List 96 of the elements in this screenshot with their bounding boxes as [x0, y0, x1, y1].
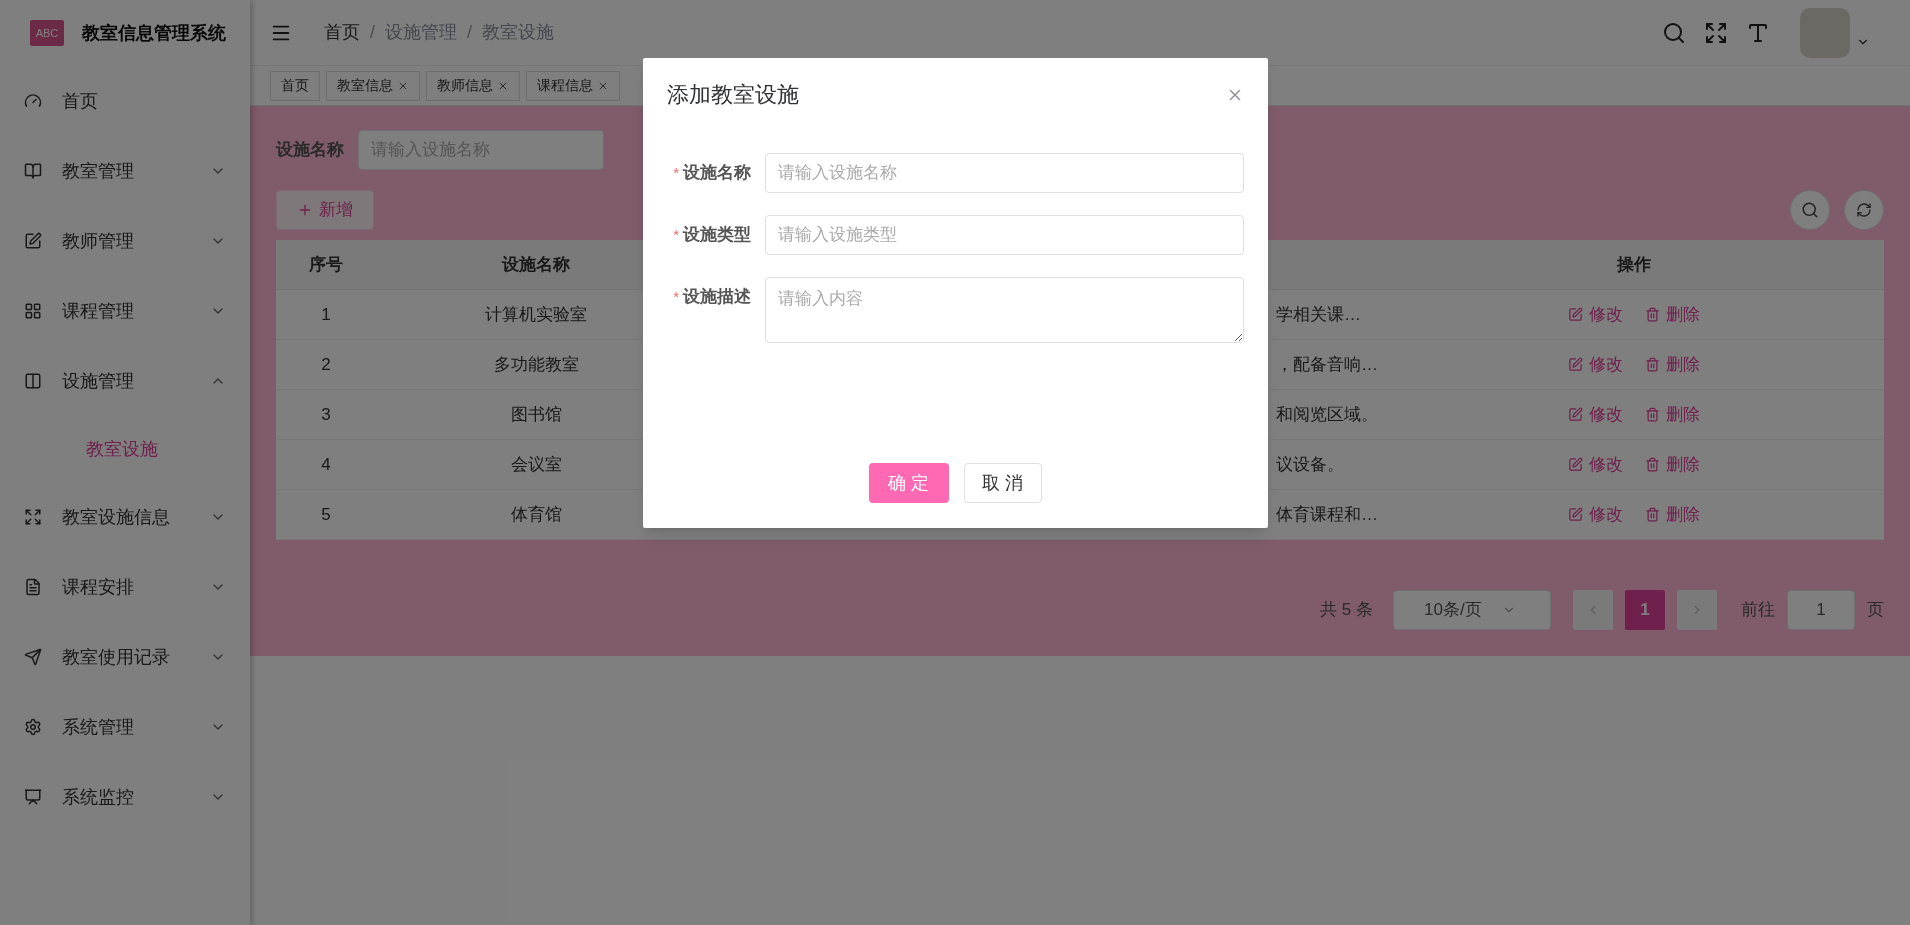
trash-icon: [1645, 307, 1660, 322]
add-button[interactable]: 新增: [276, 190, 374, 230]
required-mark: *: [673, 162, 679, 183]
total-count: 共 5 条: [1320, 599, 1373, 622]
edit-icon: [1568, 457, 1583, 472]
edit-icon: [1568, 407, 1583, 422]
table-cell-text: 2: [320, 353, 332, 376]
table-cell-text: 4: [320, 453, 332, 476]
table-cell-text: 和阅览区域。: [1275, 403, 1379, 426]
search-label: 设施名称: [276, 139, 344, 162]
dashboard-icon: [24, 92, 42, 110]
description-field[interactable]: 请输入内容: [765, 277, 1244, 343]
trash-icon: [1645, 407, 1660, 422]
field-label: 设施类型: [683, 224, 751, 247]
logo-icon: ABC: [30, 20, 64, 46]
breadcrumb-item[interactable]: 首页: [324, 19, 360, 46]
page-size-select[interactable]: 10条/页: [1393, 590, 1551, 630]
table-cell-text: 计算机实验室: [484, 303, 588, 326]
table-cell-text: 1: [320, 303, 332, 326]
delete-link[interactable]: 删除: [1645, 351, 1700, 378]
breadcrumb-item: 教室设施: [482, 21, 555, 44]
table-cell-text: 会议室: [509, 453, 563, 476]
table-cell-text: 3: [320, 403, 332, 426]
input-field[interactable]: 请输入设施类型: [765, 215, 1244, 255]
edit-link[interactable]: 修改: [1568, 401, 1623, 428]
delete-link[interactable]: 删除: [1645, 301, 1700, 328]
edit-link[interactable]: 修改: [1568, 501, 1623, 528]
breadcrumb-item[interactable]: 设施管理: [385, 19, 457, 46]
table-cell-text: 体育课程和…: [1275, 503, 1379, 526]
sidebar-item[interactable]: 系统管理: [0, 692, 250, 762]
search-icon[interactable]: [1662, 20, 1686, 45]
column-header: 序号: [308, 253, 344, 276]
paper-plane-icon: [24, 648, 42, 666]
table-cell-text: 图书馆: [509, 403, 563, 426]
expand-icon: [24, 508, 42, 526]
fullscreen-icon[interactable]: [1704, 20, 1728, 45]
refresh-button[interactable]: [1844, 190, 1884, 230]
goto-field[interactable]: 1: [1787, 590, 1855, 630]
goto-label: 前往: [1741, 599, 1775, 622]
book-icon: [24, 162, 42, 180]
sidebar-item[interactable]: 教室管理: [0, 136, 250, 206]
search-icon: [1801, 201, 1819, 219]
confirm-button[interactable]: 确 定: [869, 463, 949, 503]
page-tab[interactable]: 教室信息: [326, 70, 420, 101]
refresh-icon: [1856, 202, 1872, 218]
sidebar-item[interactable]: 教室设施信息: [0, 482, 250, 552]
edit-link[interactable]: 修改: [1568, 351, 1623, 378]
breadcrumb-separator: /: [370, 21, 375, 44]
search-button[interactable]: [1790, 190, 1830, 230]
field-label: 设施名称: [683, 162, 751, 185]
edit-icon: [1568, 307, 1583, 322]
sidebar-item[interactable]: 设施管理: [0, 346, 250, 416]
dialog-title: 添加教室设施: [667, 81, 799, 109]
column-header: 设施名称: [500, 253, 571, 276]
required-mark: *: [673, 286, 679, 307]
page-tab[interactable]: 首页: [270, 70, 320, 101]
column-header: 操作: [1615, 253, 1652, 276]
table-cell-text: 5: [320, 503, 332, 526]
sidebar-subitem[interactable]: 教室设施: [0, 416, 250, 482]
columns-icon: [24, 372, 42, 390]
edit-icon: [1568, 507, 1583, 522]
delete-link[interactable]: 删除: [1645, 401, 1700, 428]
gear-icon: [24, 718, 42, 736]
page-tab[interactable]: 教师信息: [426, 70, 520, 101]
sidebar-item[interactable]: 课程管理: [0, 276, 250, 346]
trash-icon: [1645, 507, 1660, 522]
trash-icon: [1645, 457, 1660, 472]
required-mark: *: [673, 224, 679, 245]
edit-link[interactable]: 修改: [1568, 451, 1623, 478]
delete-link[interactable]: 删除: [1645, 501, 1700, 528]
page-tab[interactable]: 课程信息: [526, 70, 620, 101]
page-button[interactable]: 1: [1625, 590, 1665, 630]
cancel-button[interactable]: 取 消: [964, 463, 1042, 503]
app-title: 教室信息管理系统: [82, 21, 226, 45]
input-field[interactable]: 请输入设施名称: [765, 153, 1244, 193]
edit-icon: [24, 232, 42, 250]
breadcrumb-separator: /: [467, 21, 473, 44]
trash-icon: [1645, 357, 1660, 372]
table-cell-text: 学相关课…: [1275, 303, 1362, 326]
document-icon: [24, 578, 42, 596]
delete-link[interactable]: 删除: [1645, 451, 1700, 478]
sidebar-item[interactable]: 系统监控: [0, 762, 250, 832]
goto-suffix: 页: [1867, 599, 1884, 622]
edit-link[interactable]: 修改: [1568, 301, 1623, 328]
table-cell-text: 议设备。: [1275, 453, 1345, 476]
plus-icon: [297, 202, 313, 218]
field-label: 设施描述: [683, 286, 751, 309]
table-cell-text: 多功能教室: [492, 353, 580, 376]
grid-icon: [24, 302, 42, 320]
sidebar-item[interactable]: 首页: [0, 66, 250, 136]
sidebar-item[interactable]: 课程安排: [0, 552, 250, 622]
table-cell-text: ，配备音响…: [1275, 353, 1379, 376]
sidebar-item[interactable]: 教师管理: [0, 206, 250, 276]
edit-icon: [1568, 357, 1583, 372]
table-cell-text: 体育馆: [509, 503, 563, 526]
sidebar-item[interactable]: 教室使用记录: [0, 622, 250, 692]
